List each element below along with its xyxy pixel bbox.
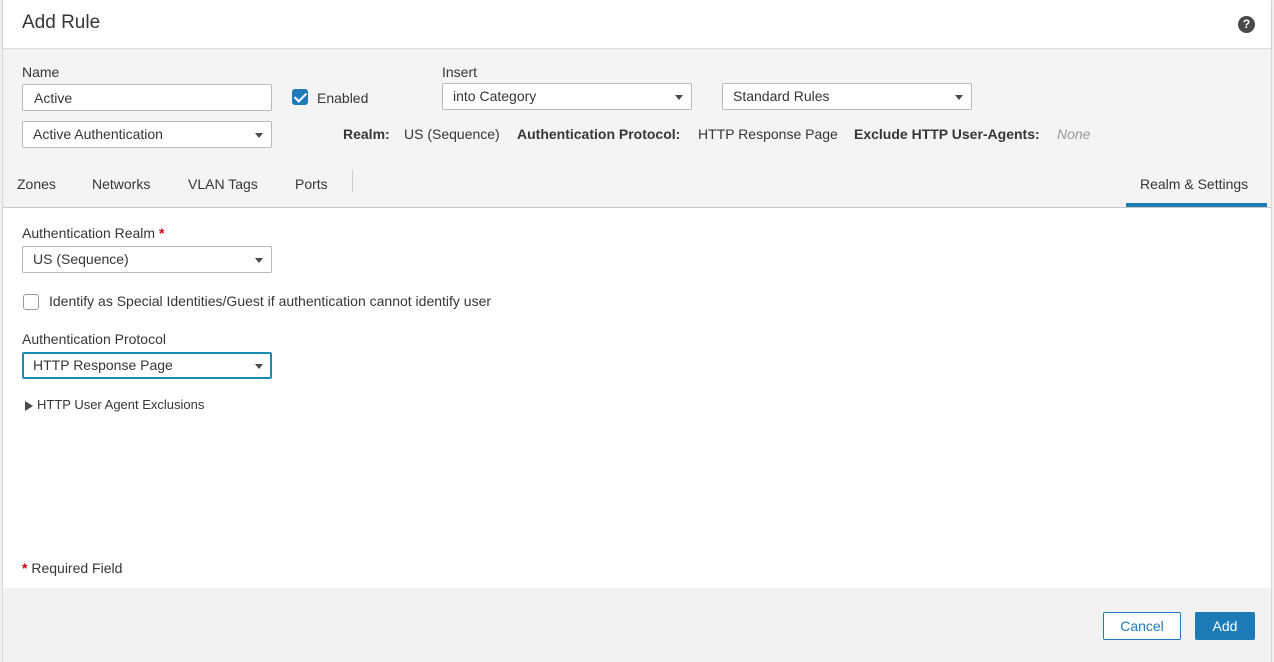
tab-networks[interactable]: Networks (92, 176, 150, 192)
action-select-value: Active Authentication (33, 126, 163, 142)
required-star: * (158, 225, 165, 241)
insert-select[interactable]: into Category (442, 83, 692, 110)
name-label: Name (22, 64, 60, 80)
insert-label: Insert (442, 64, 478, 80)
required-field-note: * Required Field (22, 560, 122, 576)
tab-vlan-tags[interactable]: VLAN Tags (188, 176, 258, 192)
summary-realm-value: US (Sequence) (404, 126, 500, 142)
auth-protocol-select[interactable]: HTTP Response Page (22, 352, 272, 379)
http-user-agent-exclusions-label: HTTP User Agent Exclusions (37, 397, 205, 412)
summary-auth-protocol-label: Authentication Protocol: (517, 126, 681, 142)
tab-ports[interactable]: Ports (295, 176, 328, 192)
cancel-button[interactable]: Cancel (1103, 612, 1181, 640)
help-icon[interactable]: ? (1238, 16, 1255, 33)
tab-realm-settings[interactable]: Realm & Settings (1140, 176, 1248, 192)
auth-protocol-label: Authentication Protocol (22, 331, 166, 347)
summary-exclude-label: Exclude HTTP User-Agents: (854, 126, 1040, 142)
auth-realm-select[interactable]: US (Sequence) (22, 246, 272, 273)
auth-realm-label-text: Authentication Realm (22, 225, 156, 241)
add-button[interactable]: Add (1195, 612, 1255, 640)
identify-guest-checkbox[interactable] (23, 294, 39, 310)
tab-zones[interactable]: Zones (17, 176, 56, 192)
enabled-label: Enabled (317, 90, 369, 106)
summary-exclude-value: None (1057, 126, 1091, 142)
chevron-down-icon (255, 133, 263, 138)
chevron-down-icon (675, 95, 683, 100)
insert-select-value: into Category (453, 88, 537, 104)
auth-realm-select-value: US (Sequence) (33, 251, 129, 267)
identify-guest-label: Identify as Special Identities/Guest if … (49, 293, 492, 309)
auth-protocol-select-value: HTTP Response Page (33, 357, 173, 373)
http-user-agent-exclusions-toggle[interactable]: HTTP User Agent Exclusions (25, 397, 204, 412)
dialog-footer: Cancel Add (3, 588, 1271, 662)
auth-realm-label: Authentication Realm * (22, 225, 164, 241)
summary-auth-protocol-value: HTTP Response Page (698, 126, 838, 142)
action-select[interactable]: Active Authentication (22, 121, 272, 148)
tab-bar: Zones Networks VLAN Tags Ports Realm & S… (3, 166, 1271, 208)
active-tab-indicator (1126, 203, 1267, 207)
enabled-checkbox[interactable] (292, 89, 308, 105)
rule-top-form: Name Enabled Insert into Category Standa… (3, 50, 1271, 166)
chevron-down-icon (955, 95, 963, 100)
dialog-title: Add Rule (22, 12, 101, 33)
required-star: * (22, 560, 28, 576)
category-select[interactable]: Standard Rules (722, 83, 972, 110)
dialog-header: Add Rule ? (3, 0, 1271, 49)
add-rule-dialog: Add Rule ? Name Enabled Insert into Cate… (2, 0, 1272, 662)
required-field-text: Required Field (31, 560, 123, 576)
summary-realm-label: Realm: (343, 126, 390, 142)
name-field[interactable] (22, 84, 272, 111)
category-select-value: Standard Rules (733, 88, 830, 104)
expand-arrow-icon (25, 400, 33, 411)
tab-divider (352, 170, 353, 192)
chevron-down-icon (255, 258, 263, 263)
chevron-down-icon (255, 364, 263, 369)
